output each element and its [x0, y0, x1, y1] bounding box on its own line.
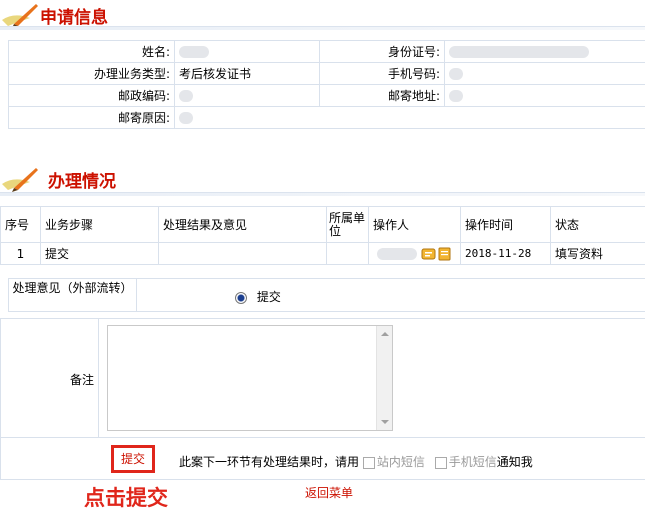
back-to-menu-link[interactable]: 返回菜单	[305, 484, 353, 501]
site-msg-label: 站内短信	[376, 455, 425, 469]
cell-operator	[368, 242, 461, 265]
apply-info-header: 申请信息	[0, 0, 645, 30]
col-header: 业务步骤	[40, 206, 159, 243]
reason-label: 邮寄原因:	[8, 106, 175, 129]
id-label: 身份证号:	[319, 40, 445, 63]
cell-result	[158, 242, 327, 265]
sms-checkbox[interactable]	[434, 456, 447, 469]
process-table: 序号 业务步骤 处理结果及意见 所属单位 操作人 操作时间 状态 1 提交 20…	[0, 206, 645, 265]
col-header: 状态	[550, 206, 645, 243]
action-row: 提交 此案下一环节有处理结果时，请用 站内短信 手机短信通知我	[0, 438, 645, 480]
applicant-info-table: 姓名: 身份证号: 办理业务类型: 考后核发证书 手机号码: 邮政编码: 邮寄地…	[8, 40, 645, 129]
submit-button-label: 提交	[120, 452, 145, 466]
process-header: 办理情况	[0, 160, 645, 196]
postcode-value	[174, 84, 320, 107]
scroll-up-icon[interactable]	[377, 328, 393, 340]
section-rule	[0, 26, 645, 30]
cell-time: 2018-11-28	[460, 242, 551, 265]
section-rule	[0, 192, 645, 196]
postcode-label: 邮政编码:	[8, 84, 175, 107]
opinion-radio-submit[interactable]: 提交	[235, 288, 281, 305]
phone-label: 手机号码:	[319, 62, 445, 85]
remark-label: 备注	[69, 373, 94, 387]
pen-icon	[2, 4, 38, 28]
submit-button[interactable]: 提交	[111, 445, 155, 473]
radio-checked-icon[interactable]	[235, 291, 247, 304]
remark-textarea[interactable]	[107, 325, 393, 431]
notify-line: 此案下一环节有处理结果时，请用 站内短信 手机短信通知我	[179, 453, 533, 470]
message-icon[interactable]	[421, 247, 453, 261]
col-header: 处理结果及意见	[158, 206, 327, 243]
table-row: 1 提交 2018-11-28 填写资料	[0, 242, 645, 265]
name-label: 姓名:	[8, 40, 175, 63]
cell-step: 提交	[40, 242, 159, 265]
cell-no: 1	[0, 242, 41, 265]
notify-prefix: 此案下一环节有处理结果时，请用	[179, 455, 360, 469]
notify-suffix: 通知我	[496, 455, 533, 469]
opinion-row: 处理意见（外部流转） 提交	[8, 278, 645, 312]
cell-unit	[326, 242, 369, 265]
sms-label: 手机短信	[448, 455, 497, 469]
col-header: 序号	[0, 206, 41, 243]
id-value	[444, 40, 645, 63]
section-title: 申请信息	[40, 8, 108, 28]
phone-value	[444, 62, 645, 85]
section-title: 办理情况	[48, 172, 116, 192]
pen-icon	[2, 168, 38, 192]
col-header: 操作时间	[460, 206, 551, 243]
scrollbar[interactable]	[376, 326, 392, 430]
opinion-label: 处理意见（外部流转）	[9, 279, 137, 311]
reason-value	[174, 106, 645, 129]
opinion-option-label: 提交	[256, 290, 281, 304]
business-type-value: 考后核发证书	[174, 62, 320, 85]
click-submit-hint: 点击提交	[84, 486, 168, 510]
scroll-down-icon[interactable]	[377, 416, 393, 428]
col-header: 操作人	[368, 206, 461, 243]
address-label: 邮寄地址:	[319, 84, 445, 107]
remark-row: 备注	[0, 318, 645, 438]
col-header: 所属单位	[326, 206, 369, 243]
business-type-label: 办理业务类型:	[8, 62, 175, 85]
cell-status: 填写资料	[550, 242, 645, 265]
site-msg-checkbox[interactable]	[362, 456, 375, 469]
address-value	[444, 84, 645, 107]
name-value	[174, 40, 320, 63]
